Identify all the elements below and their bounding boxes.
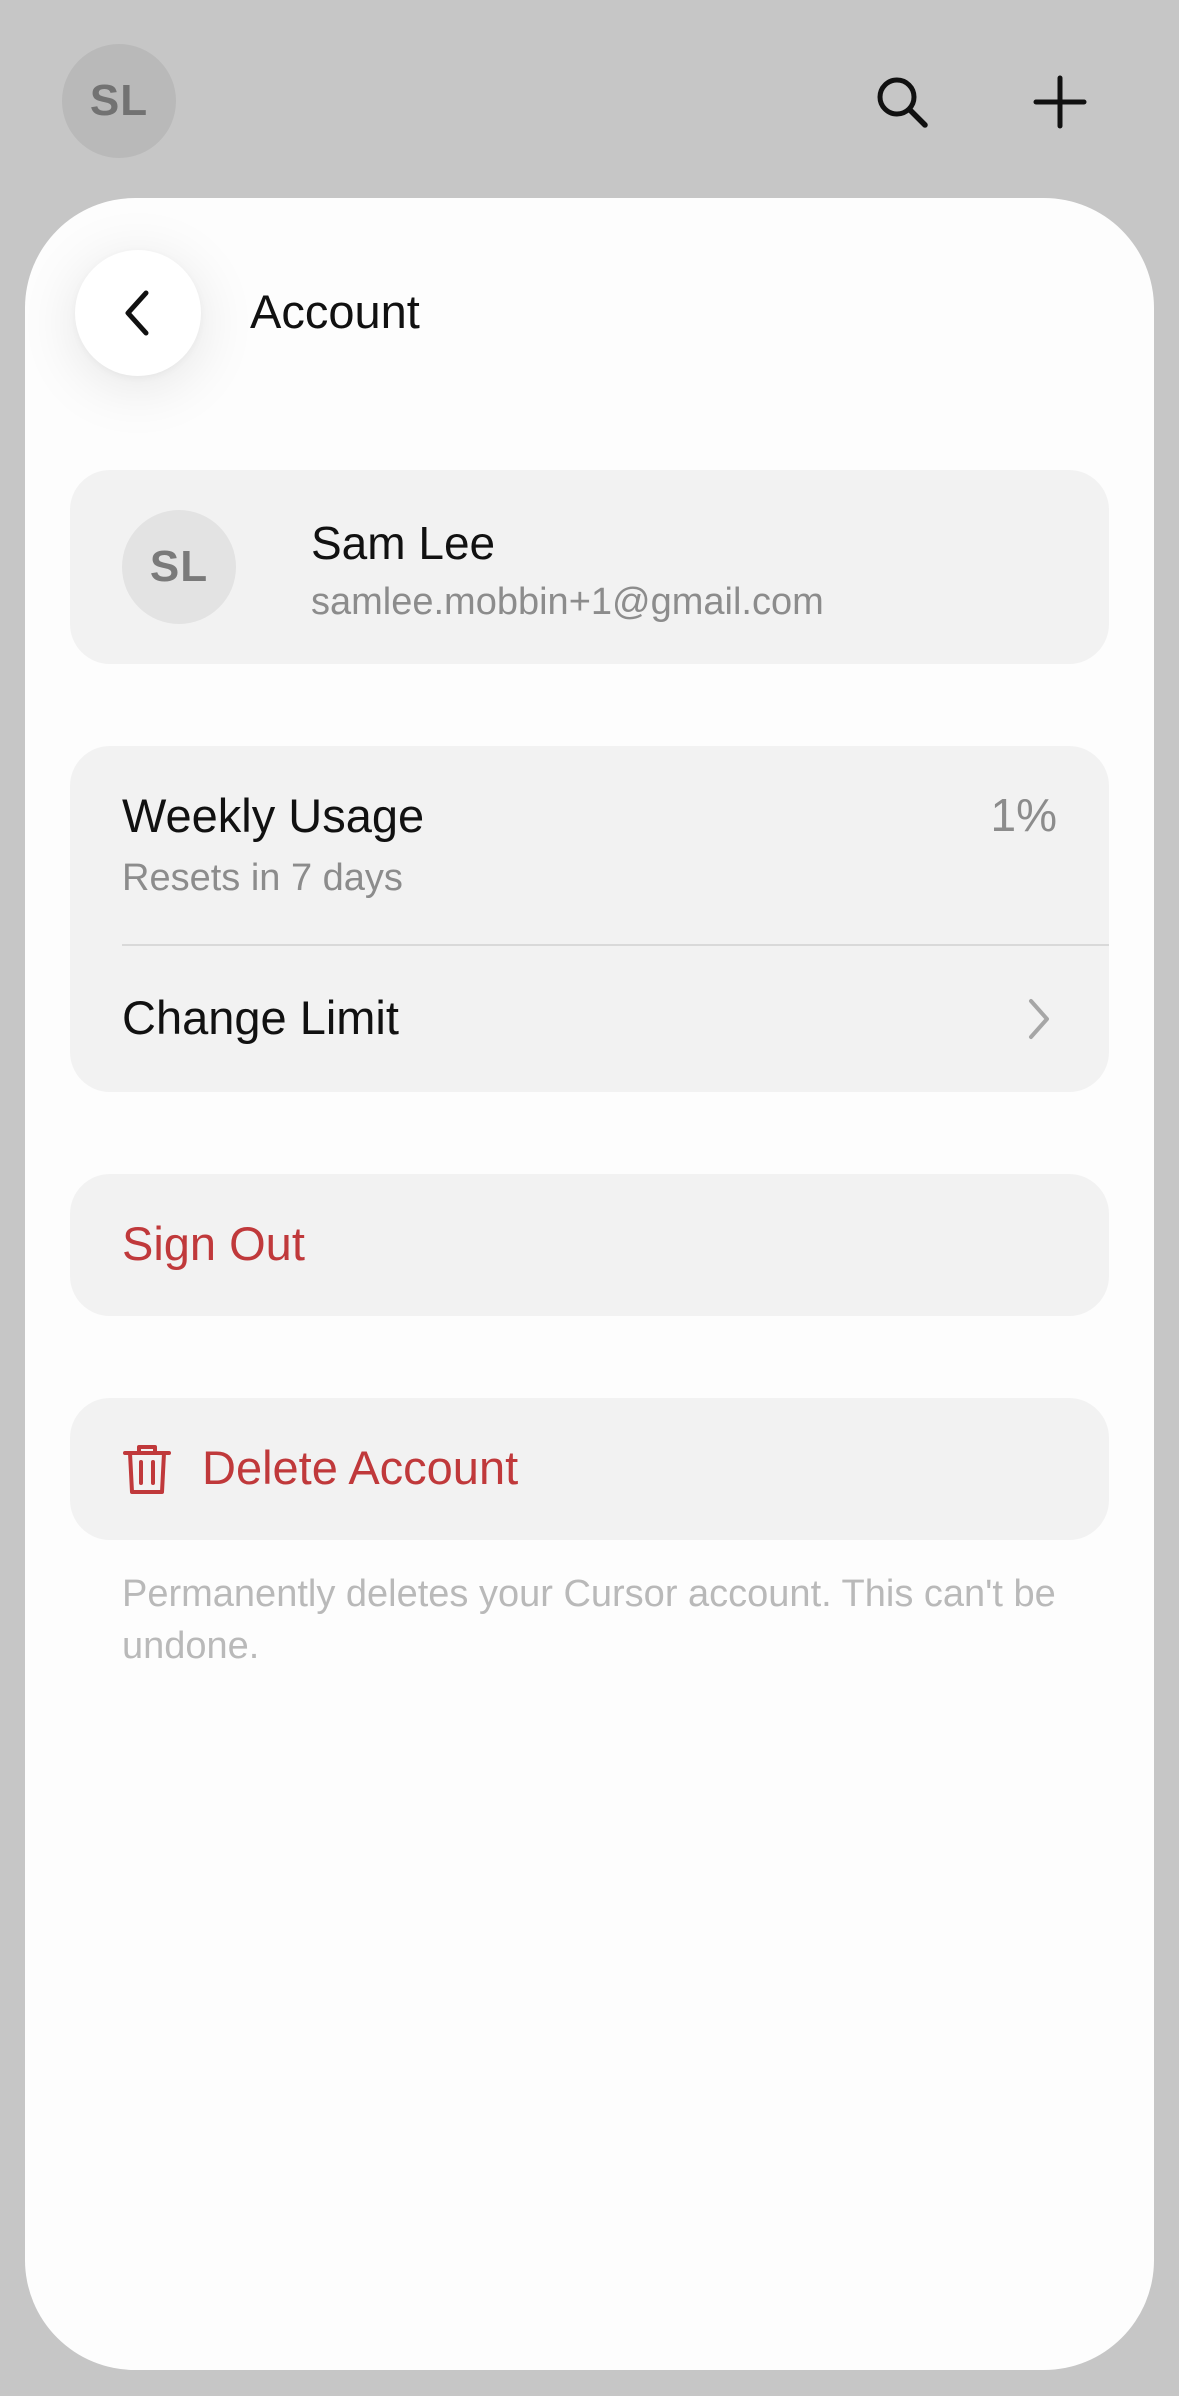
back-button[interactable] (75, 250, 201, 376)
usage-card: Weekly Usage Resets in 7 days 1% Change … (70, 746, 1109, 1092)
sign-out-label: Sign Out (122, 1217, 305, 1270)
avatar-initials: SL (89, 76, 149, 125)
chevron-left-icon (125, 290, 149, 336)
profile-card: SL Sam Lee samlee.mobbin+1@gmail.com (70, 470, 1109, 664)
plus-icon (1033, 75, 1087, 129)
search-icon (877, 77, 928, 128)
trash-icon (123, 1445, 171, 1494)
search-button[interactable] (862, 62, 942, 142)
usage-value: 1% (990, 789, 1057, 841)
top-bar: SL (0, 0, 1179, 200)
delete-account-label: Delete Account (202, 1441, 519, 1494)
avatar: SL (122, 510, 236, 624)
profile-email: samlee.mobbin+1@gmail.com (311, 581, 824, 623)
delete-account-button[interactable]: Delete Account (70, 1398, 1109, 1540)
delete-account-note: Permanently deletes your Cursor account.… (122, 1573, 1056, 1667)
weekly-usage-label: Weekly Usage (122, 789, 425, 842)
page-title: Account (250, 285, 420, 338)
profile-name: Sam Lee (311, 517, 496, 569)
usage-reset-text: Resets in 7 days (122, 857, 403, 899)
new-button[interactable] (1020, 62, 1100, 142)
avatar-initials: SL (149, 542, 209, 591)
change-limit-label: Change Limit (122, 991, 399, 1044)
sign-out-button[interactable]: Sign Out (70, 1174, 1109, 1316)
chevron-right-icon (1023, 995, 1053, 1043)
change-limit-row[interactable]: Change Limit (70, 946, 1109, 1092)
user-avatar-button[interactable]: SL (62, 44, 176, 158)
account-sheet: Account SL Sam Lee samlee.mobbin+1@gmail… (25, 198, 1154, 2370)
